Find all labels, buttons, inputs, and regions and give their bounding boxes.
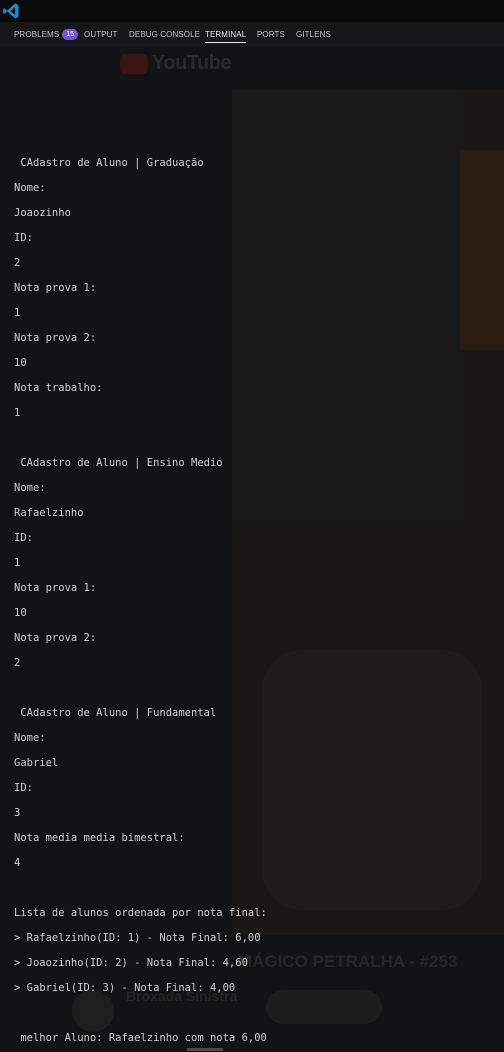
terminal-line: CAdastro de Aluno | Ensino Medio <box>14 457 223 469</box>
horizontal-scrollbar[interactable] <box>187 1048 223 1051</box>
tab-problems-label: PROBLEMS <box>14 30 60 39</box>
terminal-line: Nota media media bimestral: <box>14 832 185 844</box>
tab-debug-console[interactable]: DEBUG CONSOLE <box>129 22 200 46</box>
terminal-line: ID: <box>14 532 33 544</box>
tab-terminal[interactable]: TERMINAL <box>205 22 247 46</box>
terminal-line: 3 <box>14 807 21 819</box>
terminal-line: Nota trabalho: <box>14 382 103 394</box>
terminal-line: 10 <box>14 607 27 619</box>
terminal-line: 1 <box>14 557 21 569</box>
terminal-line: Nome: <box>14 732 46 744</box>
terminal-line: melhor Aluno: Rafaelzinho com nota 6,00 <box>14 1032 267 1044</box>
panel-tab-bar: PROBLEMS 15 OUTPUT DEBUG CONSOLE TERMINAL… <box>0 22 504 46</box>
terminal-line: 10 <box>14 357 27 369</box>
terminal-line: > Rafaelzinho(ID: 1) - Nota Final: 6,00 <box>14 932 261 944</box>
terminal-line: Nota prova 2: <box>14 332 97 344</box>
terminal-line: Nota prova 2: <box>14 632 97 644</box>
terminal-line: Lista de alunos ordenada por nota final: <box>14 907 267 919</box>
terminal-output[interactable]: CAdastro de Aluno | Graduação Nome: Joaozi… <box>0 46 504 1052</box>
tab-output[interactable]: OUTPUT <box>84 22 118 46</box>
terminal-line: 1 <box>14 407 21 419</box>
tab-gitlens[interactable]: GITLENS <box>296 22 331 46</box>
terminal-line: Nota prova 1: <box>14 582 97 594</box>
terminal-line: 1 <box>14 307 21 319</box>
terminal-line: CAdastro de Aluno | Fundamental <box>14 707 217 719</box>
terminal-line: Nome: <box>14 182 46 194</box>
vscode-icon <box>3 3 19 19</box>
terminal-line: ID: <box>14 782 33 794</box>
terminal-line: Joaozinho <box>14 207 71 219</box>
terminal-line: 2 <box>14 257 21 269</box>
problems-count-badge: 15 <box>62 29 79 40</box>
terminal-line: Nota prova 1: <box>14 282 97 294</box>
terminal-line: 4 <box>14 857 21 869</box>
terminal-line: > Joaozinho(ID: 2) - Nota Final: 4,60 <box>14 957 248 969</box>
terminal-line: Gabriel <box>14 757 59 769</box>
terminal-line: CAdastro de Aluno | Graduação <box>14 157 204 169</box>
tab-ports[interactable]: PORTS <box>257 22 285 46</box>
terminal-line: > Gabriel(ID: 3) - Nota Final: 4,00 <box>14 982 236 994</box>
terminal-line: Nome: <box>14 482 46 494</box>
terminal-line: ID: <box>14 232 33 244</box>
terminal-line: Rafaelzinho <box>14 507 84 519</box>
tab-problems[interactable]: PROBLEMS 15 <box>14 22 79 46</box>
title-bar <box>0 0 504 22</box>
terminal-line: 2 <box>14 657 21 669</box>
